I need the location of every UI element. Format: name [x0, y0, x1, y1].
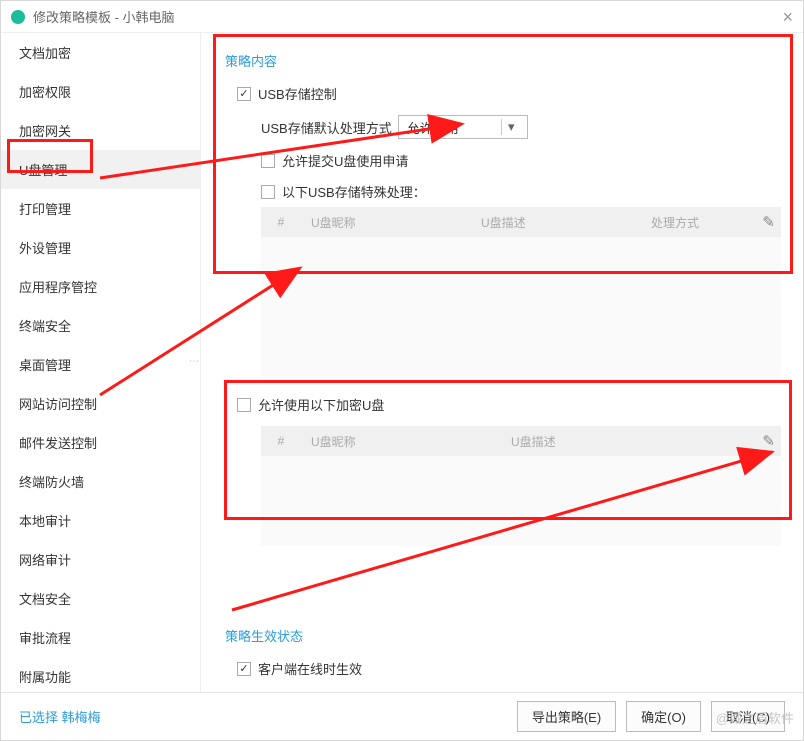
allow-apply-checkbox[interactable] — [261, 154, 275, 168]
chevron-down-icon: ▾ — [501, 119, 521, 135]
sidebar-item-1[interactable]: 加密权限 — [1, 72, 200, 111]
selected-status: 已选择 韩梅梅 — [19, 707, 101, 726]
special-handling-label: 以下USB存储特殊处理： — [282, 182, 426, 201]
sidebar-item-11[interactable]: 终端防火墙 — [1, 462, 200, 501]
special-usb-table: # U盘昵称 U盘描述 处理方式 ✎ — [261, 207, 781, 377]
usb-default-mode-label: USB存储默认处理方式 — [261, 118, 392, 137]
sidebar-item-7[interactable]: 终端安全 — [1, 306, 200, 345]
allow-encrypted-usb-checkbox[interactable] — [237, 398, 251, 412]
sidebar-item-4[interactable]: 打印管理 — [1, 189, 200, 228]
section-policy-content-title: 策略内容 — [225, 51, 779, 70]
splitter-handle[interactable]: ⋮ — [188, 356, 199, 364]
table-header: # U盘昵称 U盘描述 处理方式 — [261, 207, 781, 237]
sidebar-item-2[interactable]: 加密网关 — [1, 111, 200, 150]
sidebar-item-5[interactable]: 外设管理 — [1, 228, 200, 267]
client-online-effective-checkbox[interactable] — [237, 662, 251, 676]
col-nickname: U盘昵称 — [301, 214, 471, 231]
sidebar: 文档加密加密权限加密网关U盘管理打印管理外设管理应用程序管控终端安全桌面管理网站… — [1, 33, 201, 692]
usb-default-mode-value: 允许使用 — [407, 118, 459, 137]
table-header: # U盘昵称 U盘描述 — [261, 426, 781, 456]
col-handle: 处理方式 — [641, 214, 731, 231]
sidebar-item-3[interactable]: U盘管理 — [1, 150, 200, 189]
col-nickname: U盘昵称 — [301, 433, 501, 450]
section-effective-title: 策略生效状态 — [225, 626, 779, 645]
footer: 已选择 韩梅梅 导出策略(E) 确定(O) 取消(C) — [1, 692, 803, 740]
allow-apply-label: 允许提交U盘使用申请 — [282, 151, 408, 170]
export-policy-button[interactable]: 导出策略(E) — [517, 701, 616, 732]
ok-button[interactable]: 确定(O) — [626, 701, 701, 732]
sidebar-item-13[interactable]: 网络审计 — [1, 540, 200, 579]
client-online-effective-label: 客户端在线时生效 — [258, 659, 362, 678]
usb-storage-control-label: USB存储控制 — [258, 84, 337, 103]
window-title: 修改策略模板 - 小韩电脑 — [33, 7, 175, 26]
col-desc: U盘描述 — [471, 214, 641, 231]
col-num: # — [261, 434, 301, 448]
close-icon[interactable]: × — [782, 7, 793, 28]
sidebar-item-12[interactable]: 本地审计 — [1, 501, 200, 540]
encrypted-usb-table: # U盘昵称 U盘描述 ✎ — [261, 426, 781, 546]
sidebar-item-16[interactable]: 附属功能 — [1, 657, 200, 692]
content-panel: 策略内容 USB存储控制 USB存储默认处理方式 允许使用 ▾ 允许提交U盘使用… — [201, 33, 803, 692]
col-desc: U盘描述 — [501, 433, 781, 450]
sidebar-item-9[interactable]: 网站访问控制 — [1, 384, 200, 423]
usb-default-mode-select[interactable]: 允许使用 ▾ — [398, 115, 528, 139]
special-handling-checkbox[interactable] — [261, 185, 275, 199]
col-num: # — [261, 215, 301, 229]
allow-encrypted-usb-label: 允许使用以下加密U盘 — [258, 395, 384, 414]
sidebar-item-15[interactable]: 审批流程 — [1, 618, 200, 657]
titlebar: 修改策略模板 - 小韩电脑 × — [1, 1, 803, 33]
sidebar-item-8[interactable]: 桌面管理 — [1, 345, 200, 384]
sidebar-item-6[interactable]: 应用程序管控 — [1, 267, 200, 306]
sidebar-item-10[interactable]: 邮件发送控制 — [1, 423, 200, 462]
table-body — [261, 237, 781, 377]
edit-icon[interactable]: ✎ — [762, 213, 775, 231]
table-body — [261, 456, 781, 546]
app-icon — [11, 10, 25, 24]
sidebar-item-0[interactable]: 文档加密 — [1, 33, 200, 72]
edit-icon[interactable]: ✎ — [762, 432, 775, 450]
usb-storage-control-checkbox[interactable] — [237, 87, 251, 101]
watermark: @域之盾软件 — [716, 708, 794, 727]
sidebar-item-14[interactable]: 文档安全 — [1, 579, 200, 618]
